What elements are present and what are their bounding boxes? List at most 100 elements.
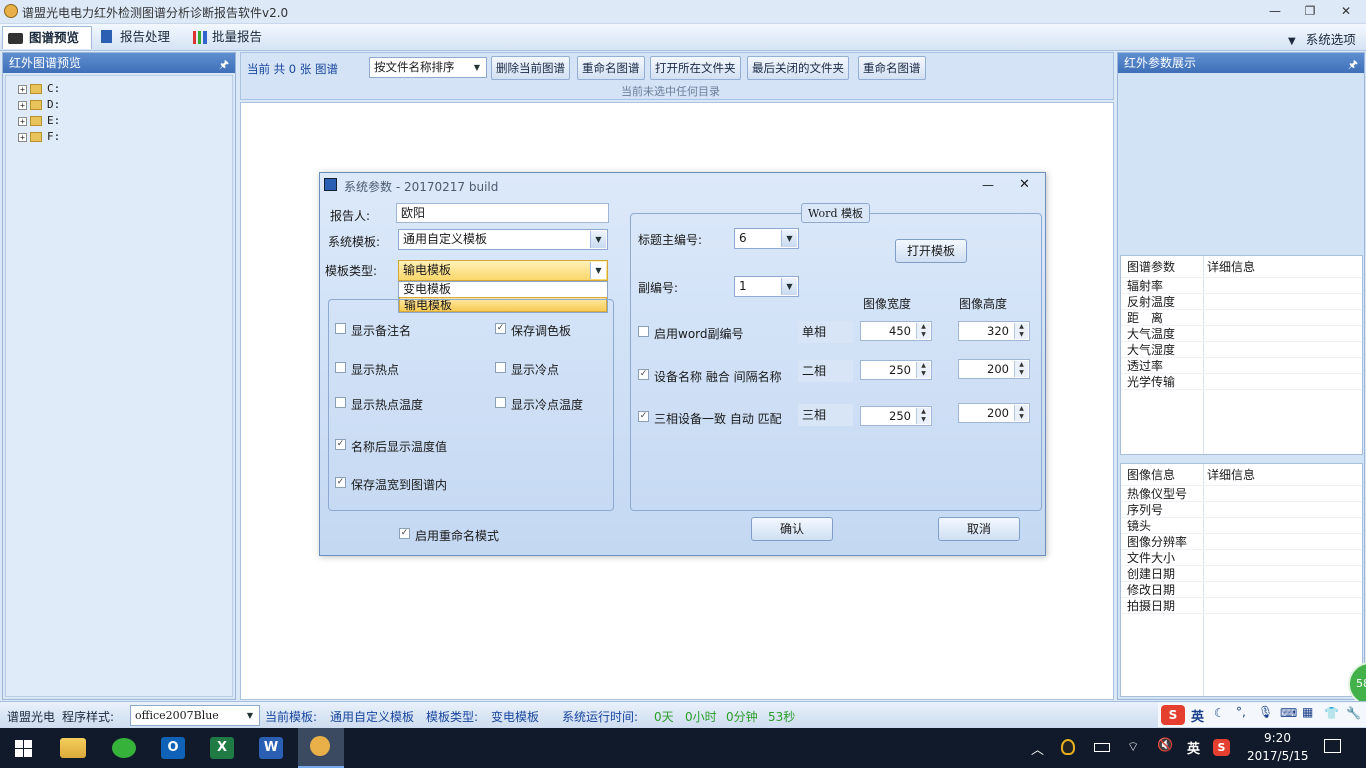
height-spinner[interactable]: 200 ▲ ▼ — [958, 403, 1030, 423]
reporter-input[interactable]: 欧阳 — [396, 203, 609, 223]
grid-row[interactable]: 镜头 — [1121, 518, 1362, 534]
chevron-down-icon[interactable]: ▼ — [469, 59, 485, 76]
auto-match-checkbox[interactable]: ✓ — [638, 411, 649, 422]
tree-item-f[interactable]: + F: — [18, 130, 60, 144]
windows-start-icon[interactable] — [15, 740, 32, 757]
cancel-button[interactable]: 取消 — [938, 517, 1020, 541]
style-select[interactable]: office2007Blue ▼ — [130, 705, 260, 726]
height-spinner[interactable]: 200 ▲ ▼ — [958, 359, 1030, 379]
expand-icon[interactable]: + — [18, 100, 27, 110]
template-type-select[interactable]: 输电模板 ▼ — [398, 260, 608, 281]
expand-icon[interactable]: + — [18, 116, 27, 126]
spinner-arrows-icon[interactable]: ▲ ▼ — [916, 323, 930, 339]
grid-row[interactable]: 光学传输 — [1121, 374, 1362, 390]
last-folder-button[interactable]: 最后关闭的文件夹 — [747, 56, 849, 80]
grid-row[interactable]: 透过率 — [1121, 358, 1362, 374]
rename-image-button[interactable]: 重命名图谱 — [577, 56, 645, 80]
clock-time[interactable]: 9:20 — [1264, 731, 1291, 745]
volume-muted-icon[interactable]: 🔇 — [1157, 738, 1173, 753]
wrench-icon[interactable]: 🔧 — [1346, 706, 1361, 720]
chevron-down-icon[interactable]: ▼ — [590, 231, 606, 248]
chevron-down-icon[interactable]: ▼ — [781, 230, 797, 247]
outlook-icon[interactable]: O — [161, 737, 185, 759]
moon-icon[interactable]: ☾ — [1214, 706, 1225, 720]
grid-row[interactable]: 修改日期 — [1121, 582, 1362, 598]
wechat-icon[interactable] — [112, 738, 136, 758]
width-spinner[interactable]: 250 ▲ ▼ — [860, 406, 932, 426]
pin-icon[interactable]: 🖈 — [1348, 55, 1358, 75]
sogou-icon[interactable]: S — [1161, 705, 1185, 725]
tab-batch-report[interactable]: 批量报告 — [186, 26, 272, 49]
tab-spectrum-preview[interactable]: 图谱预览 — [2, 26, 92, 49]
excel-icon[interactable]: X — [210, 737, 234, 759]
chevron-down-icon[interactable]: ▼ — [781, 278, 797, 295]
show-coldspot-checkbox[interactable] — [495, 362, 506, 373]
minimize-button[interactable]: — — [1265, 3, 1285, 19]
minimize-button[interactable]: — — [982, 178, 994, 192]
grid-row[interactable]: 反射温度 — [1121, 294, 1362, 310]
confirm-button[interactable]: 确认 — [751, 517, 833, 541]
taskbar-lang[interactable]: 英 — [1187, 738, 1200, 757]
sub-no-select[interactable]: 1 ▼ — [734, 276, 799, 297]
tree-item-d[interactable]: + D: — [18, 98, 60, 112]
height-spinner[interactable]: 320 ▲ ▼ — [958, 321, 1030, 341]
clock-date[interactable]: 2017/5/15 — [1247, 749, 1309, 763]
template-select[interactable]: 通用自定义模板 ▼ — [398, 229, 608, 250]
tree-item-e[interactable]: + E: — [18, 114, 60, 128]
spinner-arrows-icon[interactable]: ▲ ▼ — [1014, 361, 1028, 377]
close-button[interactable]: ✕ — [1019, 177, 1030, 192]
rename-image-button-2[interactable]: 重命名图谱 — [858, 56, 926, 80]
app-running-icon[interactable] — [298, 728, 344, 768]
grid-row[interactable]: 文件大小 — [1121, 550, 1362, 566]
pin-icon[interactable]: 🖈 — [219, 55, 229, 75]
grid-icon[interactable]: ▦ — [1302, 705, 1313, 719]
chevron-down-icon[interactable]: ▼ — [590, 262, 606, 279]
chevron-down-icon[interactable]: ▼ — [242, 707, 258, 724]
rename-mode-checkbox[interactable]: ✓ — [399, 528, 410, 539]
show-remark-checkbox[interactable] — [335, 323, 346, 334]
grid-row[interactable]: 大气湿度 — [1121, 342, 1362, 358]
expand-icon[interactable]: + — [18, 84, 27, 94]
grid-row[interactable]: 拍摄日期 — [1121, 598, 1362, 614]
width-spinner[interactable]: 250 ▲ ▼ — [860, 360, 932, 380]
show-coldspot-temp-checkbox[interactable] — [495, 397, 506, 408]
grid-row[interactable]: 辐射率 — [1121, 278, 1362, 294]
show-hotspot-temp-checkbox[interactable] — [335, 397, 346, 408]
grid-row[interactable]: 大气温度 — [1121, 326, 1362, 342]
merge-name-checkbox[interactable]: ✓ — [638, 369, 649, 380]
system-options-menu[interactable]: ▼ 系统选项 — [1288, 29, 1356, 48]
save-temp-width-checkbox[interactable]: ✓ — [335, 477, 346, 488]
main-no-select[interactable]: 6 ▼ — [734, 228, 799, 249]
sort-select[interactable]: 按文件名称排序 ▼ — [369, 57, 487, 78]
spinner-arrows-icon[interactable]: ▲ ▼ — [1014, 323, 1028, 339]
word-subno-checkbox[interactable] — [638, 326, 649, 337]
grid-row[interactable]: 热像仪型号 — [1121, 486, 1362, 502]
show-hotspot-checkbox[interactable] — [335, 362, 346, 373]
battery-icon[interactable] — [1094, 743, 1110, 752]
grid-row[interactable]: 距 离 — [1121, 310, 1362, 326]
delete-image-button[interactable]: 删除当前图谱 — [491, 56, 570, 80]
punctuation-icon[interactable]: °, — [1236, 705, 1246, 719]
spinner-arrows-icon[interactable]: ▲ ▼ — [916, 362, 930, 378]
keyboard-icon[interactable]: ⌨ — [1280, 706, 1297, 720]
save-palette-checkbox[interactable]: ✓ — [495, 323, 506, 334]
qq-icon[interactable] — [1061, 739, 1075, 755]
close-button[interactable]: ✕ — [1336, 3, 1356, 19]
chevron-up-icon[interactable]: ︿ — [1031, 739, 1044, 758]
grid-row[interactable]: 创建日期 — [1121, 566, 1362, 582]
open-folder-button[interactable]: 打开所在文件夹 — [650, 56, 741, 80]
dropdown-option[interactable]: 变电模板 — [399, 282, 607, 297]
width-spinner[interactable]: 450 ▲ ▼ — [860, 321, 932, 341]
file-explorer-icon[interactable] — [60, 738, 86, 758]
maximize-button[interactable]: ❐ — [1300, 3, 1320, 19]
expand-icon[interactable]: + — [18, 132, 27, 142]
sogou-tray-icon[interactable]: S — [1213, 739, 1230, 756]
notification-center-icon[interactable] — [1324, 739, 1341, 753]
word-icon[interactable]: W — [259, 737, 283, 759]
spinner-arrows-icon[interactable]: ▲ ▼ — [916, 408, 930, 424]
grid-row[interactable]: 图像分辨率 — [1121, 534, 1362, 550]
grid-row[interactable]: 序列号 — [1121, 502, 1362, 518]
wifi-icon[interactable]: ⌔ — [1127, 739, 1139, 755]
spinner-arrows-icon[interactable]: ▲ ▼ — [1014, 405, 1028, 421]
microphone-icon[interactable]: 🎙 — [1258, 705, 1273, 719]
